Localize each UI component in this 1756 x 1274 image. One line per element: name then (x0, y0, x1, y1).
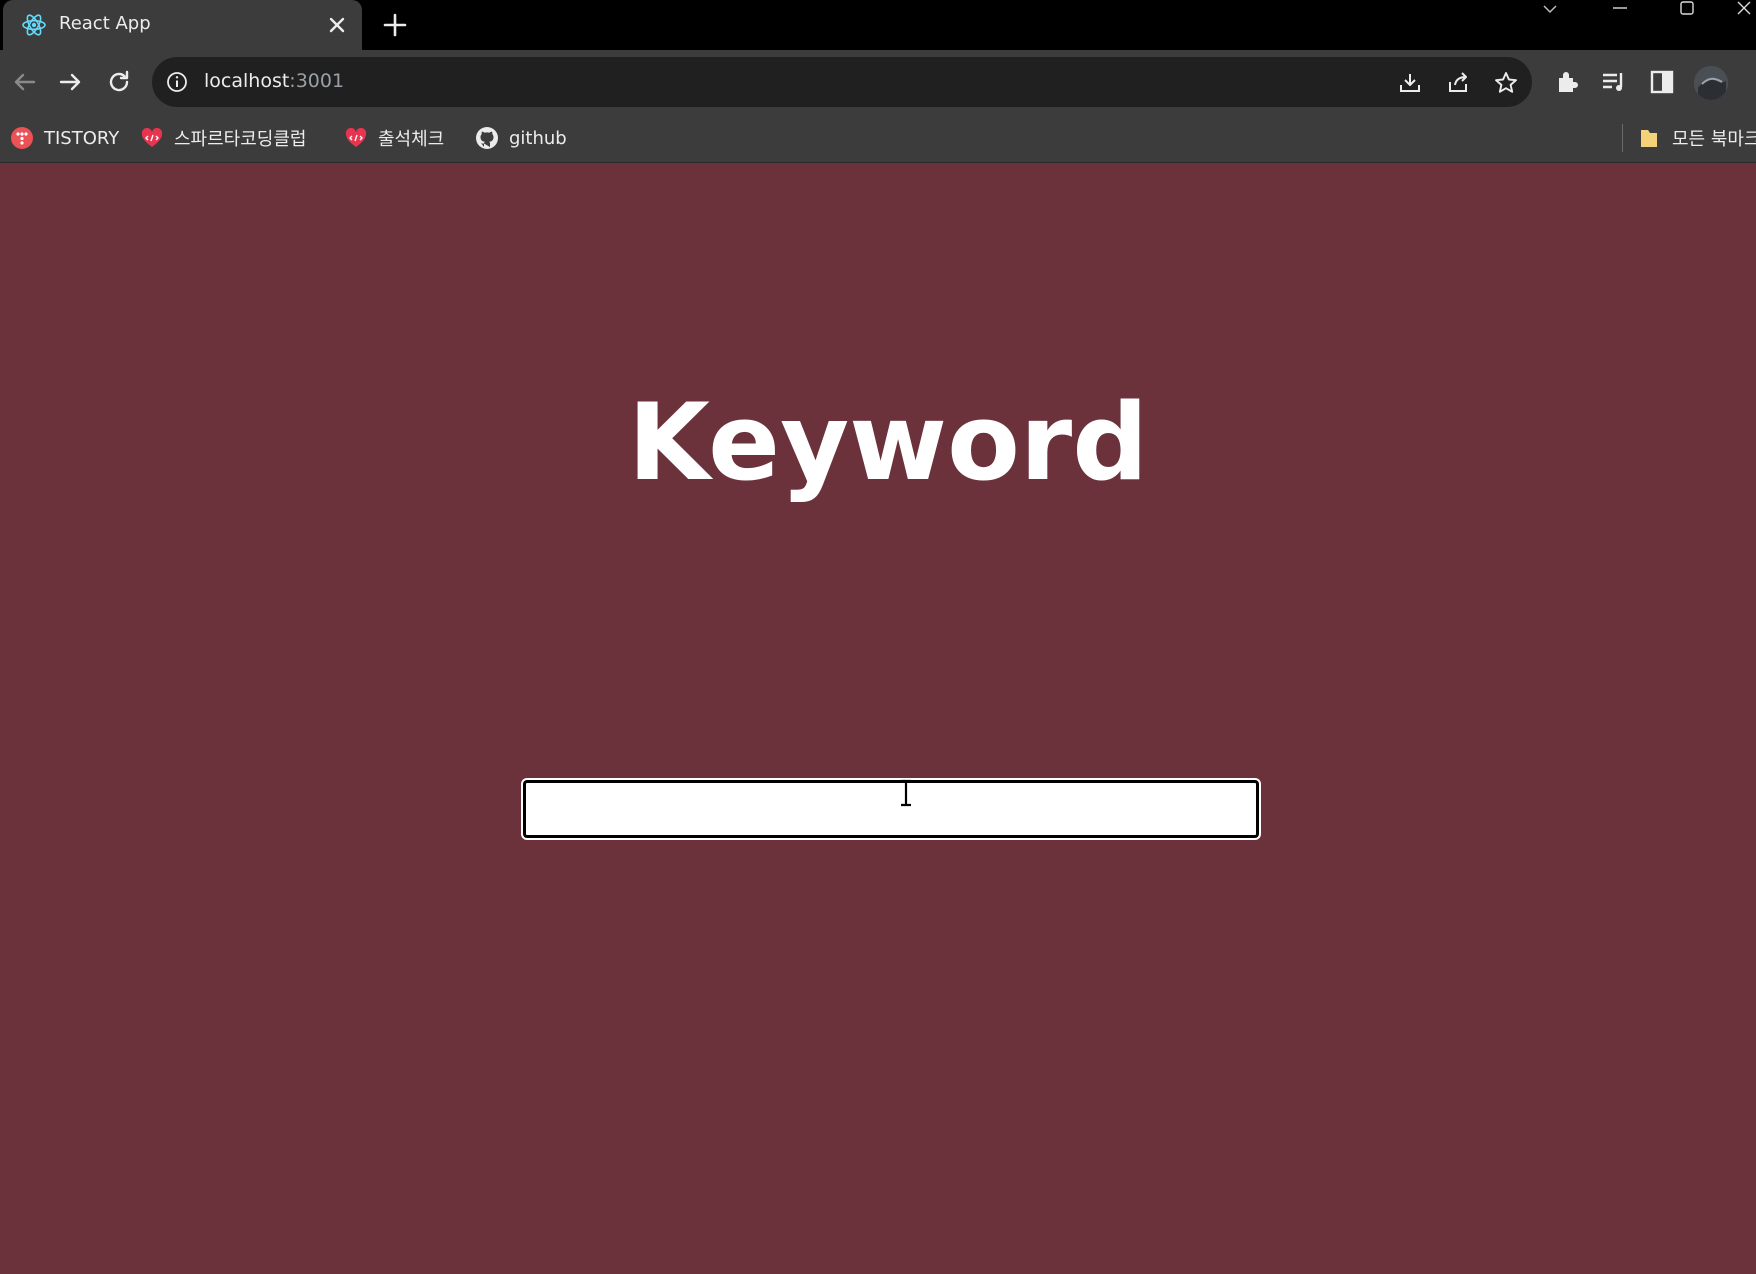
maximize-icon (1680, 1, 1694, 15)
profile-avatar-icon (1694, 66, 1728, 100)
bookmarks-bar: TISTORY 스파르타코딩클럽 출석체크 github 모든 북마크 (0, 114, 1756, 163)
reading-list-icon[interactable] (1599, 67, 1629, 97)
react-logo-icon (22, 14, 46, 36)
back-arrow-icon[interactable] (8, 66, 40, 98)
star-icon[interactable] (1493, 70, 1519, 96)
bookmark-folder-label: 모든 북마크 (1672, 129, 1756, 150)
close-window-button[interactable] (1730, 0, 1756, 22)
bookmark-github[interactable]: github (475, 124, 567, 152)
tab-strip: React App (0, 0, 1756, 50)
extensions-icon[interactable] (1552, 67, 1582, 97)
all-bookmarks-folder[interactable]: 모든 북마크 (1638, 124, 1756, 152)
minimize-icon (1613, 7, 1627, 9)
tab-search-button[interactable] (1535, 0, 1565, 22)
side-panel-icon[interactable] (1647, 67, 1677, 97)
bookmark-tistory[interactable]: TISTORY (10, 124, 119, 152)
tab-title: React App (59, 13, 151, 34)
address-bar[interactable]: localhost:3001 (152, 57, 1532, 107)
bookmark-attendance[interactable]: 출석체크 (344, 124, 444, 152)
url-port: :3001 (289, 70, 345, 92)
close-icon[interactable] (324, 12, 350, 38)
close-window-icon (1737, 1, 1751, 15)
page-title: Keyword (627, 381, 1149, 504)
github-icon (476, 127, 498, 149)
reload-icon[interactable] (103, 66, 135, 98)
bookmarks-divider (1622, 124, 1623, 152)
keyword-search-input[interactable] (521, 778, 1261, 840)
url-host: localhost (204, 70, 290, 92)
folder-icon (1641, 130, 1657, 147)
forward-arrow-icon[interactable] (55, 66, 87, 98)
bookmark-sparta[interactable]: 스파르타코딩클럽 (140, 124, 306, 152)
install-app-icon[interactable] (1397, 70, 1423, 96)
plus-icon[interactable] (381, 11, 409, 39)
url-text: localhost:3001 (204, 70, 344, 92)
tab-react-app[interactable]: React App (3, 0, 362, 50)
minimize-button[interactable] (1605, 0, 1635, 22)
browser-toolbar: localhost:3001 (0, 50, 1756, 114)
bookmark-label: TISTORY (44, 127, 120, 149)
maximize-button[interactable] (1672, 0, 1702, 22)
tistory-icon (11, 127, 33, 149)
bookmark-label: 스파르타코딩클럽 (174, 129, 307, 150)
sparta-icon (141, 127, 163, 147)
bookmark-label: 출석체크 (378, 129, 445, 150)
chevron-down-icon (1543, 5, 1557, 14)
bookmark-label: github (509, 127, 567, 149)
avatar[interactable] (1694, 66, 1728, 100)
info-icon[interactable] (166, 71, 188, 93)
sparta-icon (345, 127, 367, 147)
share-icon[interactable] (1445, 70, 1471, 96)
